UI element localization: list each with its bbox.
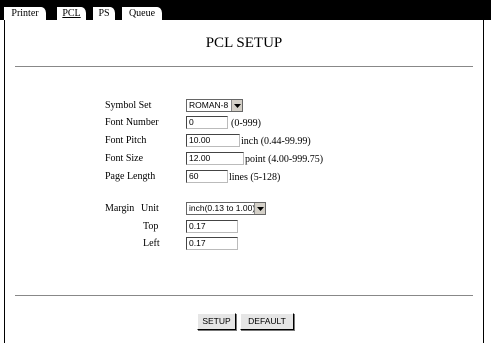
page-length-label: Page Length: [105, 171, 156, 182]
tab-printer[interactable]: Printer: [3, 6, 47, 20]
bottom-divider: [15, 295, 473, 296]
margin-left-label: Left: [143, 238, 160, 249]
font-pitch-hint: inch (0.44-99.99): [241, 136, 311, 148]
page-length-range: (5-128): [250, 172, 281, 183]
tab-queue[interactable]: Queue: [121, 6, 163, 20]
font-size-hint: point (4.00-999.75): [245, 154, 323, 166]
margin-unit-value: inch(0.13 to 1.00): [189, 203, 256, 213]
font-pitch-label: Font Pitch: [105, 135, 147, 146]
tab-pcl[interactable]: PCL: [56, 6, 87, 20]
margin-left-input[interactable]: 0.17: [186, 237, 238, 250]
font-pitch-unit: inch: [241, 136, 259, 147]
symbol-set-value: ROMAN-8: [189, 100, 229, 110]
margin-label: Margin: [105, 203, 135, 214]
tab-ps[interactable]: PS: [92, 6, 116, 20]
page-length-unit: lines: [229, 172, 248, 183]
margin-unit-label: Unit: [141, 203, 159, 214]
chevron-down-icon: [231, 100, 242, 111]
pcl-setup-panel: PCL SETUP Symbol Set ROMAN-8 Font Number…: [4, 20, 484, 343]
font-size-unit: point: [245, 154, 266, 165]
page-title: PCL SETUP: [205, 35, 283, 51]
default-button[interactable]: DEFAULT: [240, 313, 294, 330]
font-size-label: Font Size: [105, 153, 144, 164]
margin-unit-select[interactable]: inch(0.13 to 1.00): [186, 202, 266, 215]
margin-top-label: Top: [143, 221, 159, 232]
font-size-input[interactable]: 12.00: [186, 152, 244, 165]
top-divider: [15, 66, 473, 67]
symbol-set-select[interactable]: ROMAN-8: [186, 99, 243, 112]
margin-top-input[interactable]: 0.17: [186, 220, 238, 233]
chevron-down-icon: [254, 203, 265, 214]
symbol-set-label: Symbol Set: [105, 100, 152, 111]
font-pitch-input[interactable]: 10.00: [186, 134, 240, 147]
setup-button[interactable]: SETUP: [197, 313, 236, 330]
font-number-input[interactable]: 0: [186, 116, 228, 129]
font-number-label: Font Number: [105, 117, 159, 128]
font-number-range: (0-999): [231, 118, 261, 129]
font-size-range: (4.00-999.75): [268, 154, 324, 165]
tab-strip: Printer PCL PS Queue: [0, 0, 491, 20]
page-length-hint: lines (5-128): [229, 172, 280, 184]
page-length-input[interactable]: 60: [186, 170, 228, 183]
font-pitch-range: (0.44-99.99): [260, 136, 311, 147]
